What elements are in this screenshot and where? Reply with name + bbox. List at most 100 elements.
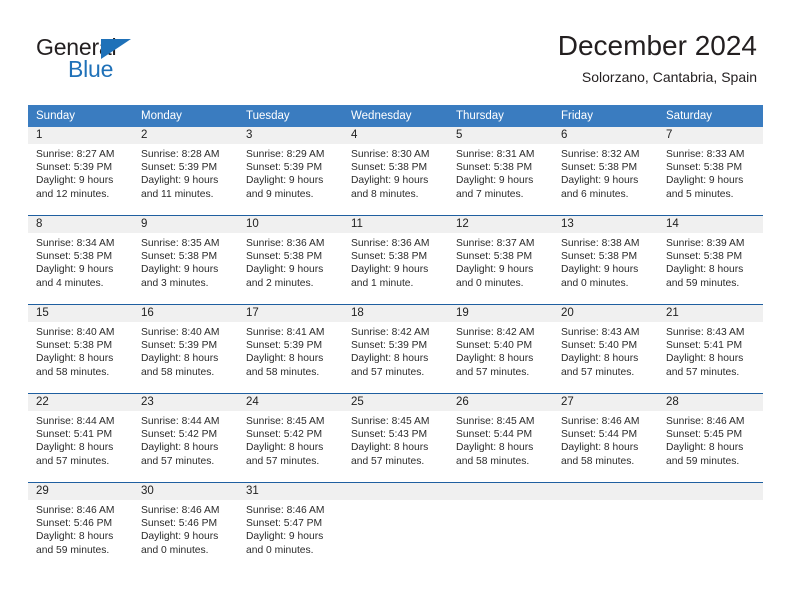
calendar-day-cell[interactable]: 8 Sunrise: 8:34 AM Sunset: 5:38 PM Daylight…	[28, 215, 133, 305]
calendar-day-cell[interactable]	[553, 482, 658, 571]
calendar-day-cell[interactable]: 18 Sunrise: 8:42 AM Sunset: 5:39 PM Dayligh…	[343, 304, 448, 394]
calendar-day-cell[interactable]: 16 Sunrise: 8:40 AM Sunset: 5:39 PM Dayligh…	[133, 304, 238, 394]
calendar-day-cell[interactable]: 1 Sunrise: 8:27 AM Sunset: 5:39 PM Daylight…	[28, 127, 133, 216]
calendar-day-cell[interactable]: 3 Sunrise: 8:29 AM Sunset: 5:39 PM Daylight…	[238, 127, 343, 216]
sunrise-time: Sunrise: 8:33 AM	[666, 149, 745, 160]
day-cell-content	[448, 483, 553, 571]
day-number: 25	[343, 394, 448, 411]
calendar-day-cell[interactable]: 31 Sunrise: 8:46 AM Sunset: 5:47 PM Dayligh…	[238, 482, 343, 571]
sunset-time: Sunset: 5:44 PM	[456, 429, 533, 441]
sunrise-time: Sunrise: 8:36 AM	[246, 238, 325, 249]
day-number: 26	[448, 394, 553, 411]
day-details: Sunrise: 8:39 AM Sunset: 5:38 PM Daylight:…	[658, 233, 763, 290]
daylight-duration-line2: and 57 minutes.	[141, 455, 215, 467]
calendar-day-cell[interactable]: 9 Sunrise: 8:35 AM Sunset: 5:38 PM Daylight…	[133, 215, 238, 305]
day-cell-content: 3 Sunrise: 8:29 AM Sunset: 5:39 PM Daylight…	[238, 127, 343, 215]
day-details: Sunrise: 8:41 AM Sunset: 5:39 PM Daylight:…	[238, 322, 343, 379]
daylight-duration-line2: and 2 minutes.	[246, 277, 314, 289]
day-details	[343, 500, 448, 504]
sunset-time: Sunset: 5:39 PM	[141, 162, 218, 174]
daylight-duration-line2: and 58 minutes.	[561, 455, 635, 467]
calendar-day-cell[interactable]: 23 Sunrise: 8:44 AM Sunset: 5:42 PM Dayligh…	[133, 393, 238, 483]
calendar-day-cell[interactable]: 2 Sunrise: 8:28 AM Sunset: 5:39 PM Daylight…	[133, 127, 238, 216]
calendar-day-cell[interactable]: 20 Sunrise: 8:43 AM Sunset: 5:40 PM Dayligh…	[553, 304, 658, 394]
daylight-duration-line1: Daylight: 8 hours	[351, 353, 429, 365]
sunrise-time: Sunrise: 8:42 AM	[351, 327, 430, 338]
day-number: 18	[343, 305, 448, 322]
daylight-duration-line2: and 0 minutes.	[456, 277, 524, 289]
day-cell-content: 20 Sunrise: 8:43 AM Sunset: 5:40 PM Dayligh…	[553, 305, 658, 393]
calendar-day-cell[interactable]	[448, 482, 553, 571]
calendar-day-cell[interactable]	[658, 482, 763, 571]
sunset-time: Sunset: 5:42 PM	[246, 429, 323, 441]
day-details: Sunrise: 8:45 AM Sunset: 5:44 PM Daylight:…	[448, 411, 553, 468]
sunset-time: Sunset: 5:39 PM	[141, 340, 218, 352]
sunset-time: Sunset: 5:38 PM	[666, 162, 743, 174]
calendar-day-cell[interactable]: 10 Sunrise: 8:36 AM Sunset: 5:38 PM Dayligh…	[238, 215, 343, 305]
daylight-duration-line1: Daylight: 9 hours	[141, 531, 219, 543]
calendar-day-cell[interactable]: 5 Sunrise: 8:31 AM Sunset: 5:38 PM Daylight…	[448, 127, 553, 216]
sunrise-time: Sunrise: 8:38 AM	[561, 238, 640, 249]
calendar-day-cell[interactable]: 30 Sunrise: 8:46 AM Sunset: 5:46 PM Dayligh…	[133, 482, 238, 571]
daylight-duration-line2: and 57 minutes.	[456, 366, 530, 378]
calendar-day-cell[interactable]: 7 Sunrise: 8:33 AM Sunset: 5:38 PM Daylight…	[658, 127, 763, 216]
day-number: 15	[28, 305, 133, 322]
day-number: 24	[238, 394, 343, 411]
calendar-page: General Blue December 2024 Solorzano, Ca…	[0, 0, 792, 612]
daylight-duration-line2: and 5 minutes.	[666, 188, 734, 200]
day-details: Sunrise: 8:28 AM Sunset: 5:39 PM Daylight:…	[133, 144, 238, 201]
sunset-time: Sunset: 5:38 PM	[351, 162, 428, 174]
calendar-day-cell[interactable]: 25 Sunrise: 8:45 AM Sunset: 5:43 PM Dayligh…	[343, 393, 448, 483]
daylight-duration-line1: Daylight: 9 hours	[246, 531, 324, 543]
calendar-day-cell[interactable]: 26 Sunrise: 8:45 AM Sunset: 5:44 PM Dayligh…	[448, 393, 553, 483]
calendar-day-cell[interactable]: 29 Sunrise: 8:46 AM Sunset: 5:46 PM Dayligh…	[28, 482, 133, 571]
day-cell-content: 15 Sunrise: 8:40 AM Sunset: 5:38 PM Dayligh…	[28, 305, 133, 393]
sunset-time: Sunset: 5:46 PM	[141, 518, 218, 530]
calendar-day-cell[interactable]: 6 Sunrise: 8:32 AM Sunset: 5:38 PM Daylight…	[553, 127, 658, 216]
daylight-duration-line1: Daylight: 8 hours	[36, 531, 114, 543]
day-details: Sunrise: 8:37 AM Sunset: 5:38 PM Daylight:…	[448, 233, 553, 290]
calendar-day-cell[interactable]: 24 Sunrise: 8:45 AM Sunset: 5:42 PM Dayligh…	[238, 393, 343, 483]
daylight-duration-line1: Daylight: 9 hours	[36, 175, 114, 187]
day-details: Sunrise: 8:46 AM Sunset: 5:45 PM Daylight:…	[658, 411, 763, 468]
calendar-day-cell[interactable]: 27 Sunrise: 8:46 AM Sunset: 5:44 PM Dayligh…	[553, 393, 658, 483]
calendar-day-cell[interactable]: 4 Sunrise: 8:30 AM Sunset: 5:38 PM Daylight…	[343, 127, 448, 216]
brand-logo[interactable]: General Blue	[36, 36, 236, 94]
daylight-duration-line1: Daylight: 8 hours	[141, 442, 219, 454]
daylight-duration-line2: and 58 minutes.	[141, 366, 215, 378]
day-number: 20	[553, 305, 658, 322]
daylight-duration-line1: Daylight: 8 hours	[141, 353, 219, 365]
calendar-day-cell[interactable]: 15 Sunrise: 8:40 AM Sunset: 5:38 PM Dayligh…	[28, 304, 133, 394]
calendar-day-cell[interactable]: 22 Sunrise: 8:44 AM Sunset: 5:41 PM Dayligh…	[28, 393, 133, 483]
calendar-day-cell[interactable]: 12 Sunrise: 8:37 AM Sunset: 5:38 PM Dayligh…	[448, 215, 553, 305]
calendar-day-cell[interactable]	[343, 482, 448, 571]
calendar-day-cell[interactable]: 28 Sunrise: 8:46 AM Sunset: 5:45 PM Dayligh…	[658, 393, 763, 483]
daylight-duration-line1: Daylight: 8 hours	[666, 264, 744, 276]
sunset-time: Sunset: 5:40 PM	[456, 340, 533, 352]
calendar-day-cell[interactable]: 17 Sunrise: 8:41 AM Sunset: 5:39 PM Dayligh…	[238, 304, 343, 394]
daylight-duration-line2: and 0 minutes.	[561, 277, 629, 289]
day-cell-content: 13 Sunrise: 8:38 AM Sunset: 5:38 PM Dayligh…	[553, 216, 658, 304]
daylight-duration-line1: Daylight: 9 hours	[36, 264, 114, 276]
sunrise-time: Sunrise: 8:45 AM	[246, 416, 325, 427]
day-details: Sunrise: 8:33 AM Sunset: 5:38 PM Daylight:…	[658, 144, 763, 201]
weekday-header-saturday: Saturday	[658, 105, 763, 127]
day-cell-content: 29 Sunrise: 8:46 AM Sunset: 5:46 PM Dayligh…	[28, 483, 133, 571]
day-number: 6	[553, 127, 658, 144]
day-cell-content: 8 Sunrise: 8:34 AM Sunset: 5:38 PM Daylight…	[28, 216, 133, 304]
daylight-duration-line2: and 12 minutes.	[36, 188, 110, 200]
calendar-day-cell[interactable]: 14 Sunrise: 8:39 AM Sunset: 5:38 PM Dayligh…	[658, 215, 763, 305]
daylight-duration-line2: and 1 minute.	[351, 277, 414, 289]
calendar-day-cell[interactable]: 19 Sunrise: 8:42 AM Sunset: 5:40 PM Dayligh…	[448, 304, 553, 394]
day-number	[658, 483, 763, 500]
day-number: 17	[238, 305, 343, 322]
calendar-day-cell[interactable]: 21 Sunrise: 8:43 AM Sunset: 5:41 PM Dayligh…	[658, 304, 763, 394]
weekday-header-monday: Monday	[133, 105, 238, 127]
day-cell-content: 9 Sunrise: 8:35 AM Sunset: 5:38 PM Daylight…	[133, 216, 238, 304]
daylight-duration-line2: and 58 minutes.	[246, 366, 320, 378]
day-number: 13	[553, 216, 658, 233]
calendar-day-cell[interactable]: 11 Sunrise: 8:36 AM Sunset: 5:38 PM Dayligh…	[343, 215, 448, 305]
calendar-day-cell[interactable]: 13 Sunrise: 8:38 AM Sunset: 5:38 PM Dayligh…	[553, 215, 658, 305]
day-number: 27	[553, 394, 658, 411]
day-number: 19	[448, 305, 553, 322]
